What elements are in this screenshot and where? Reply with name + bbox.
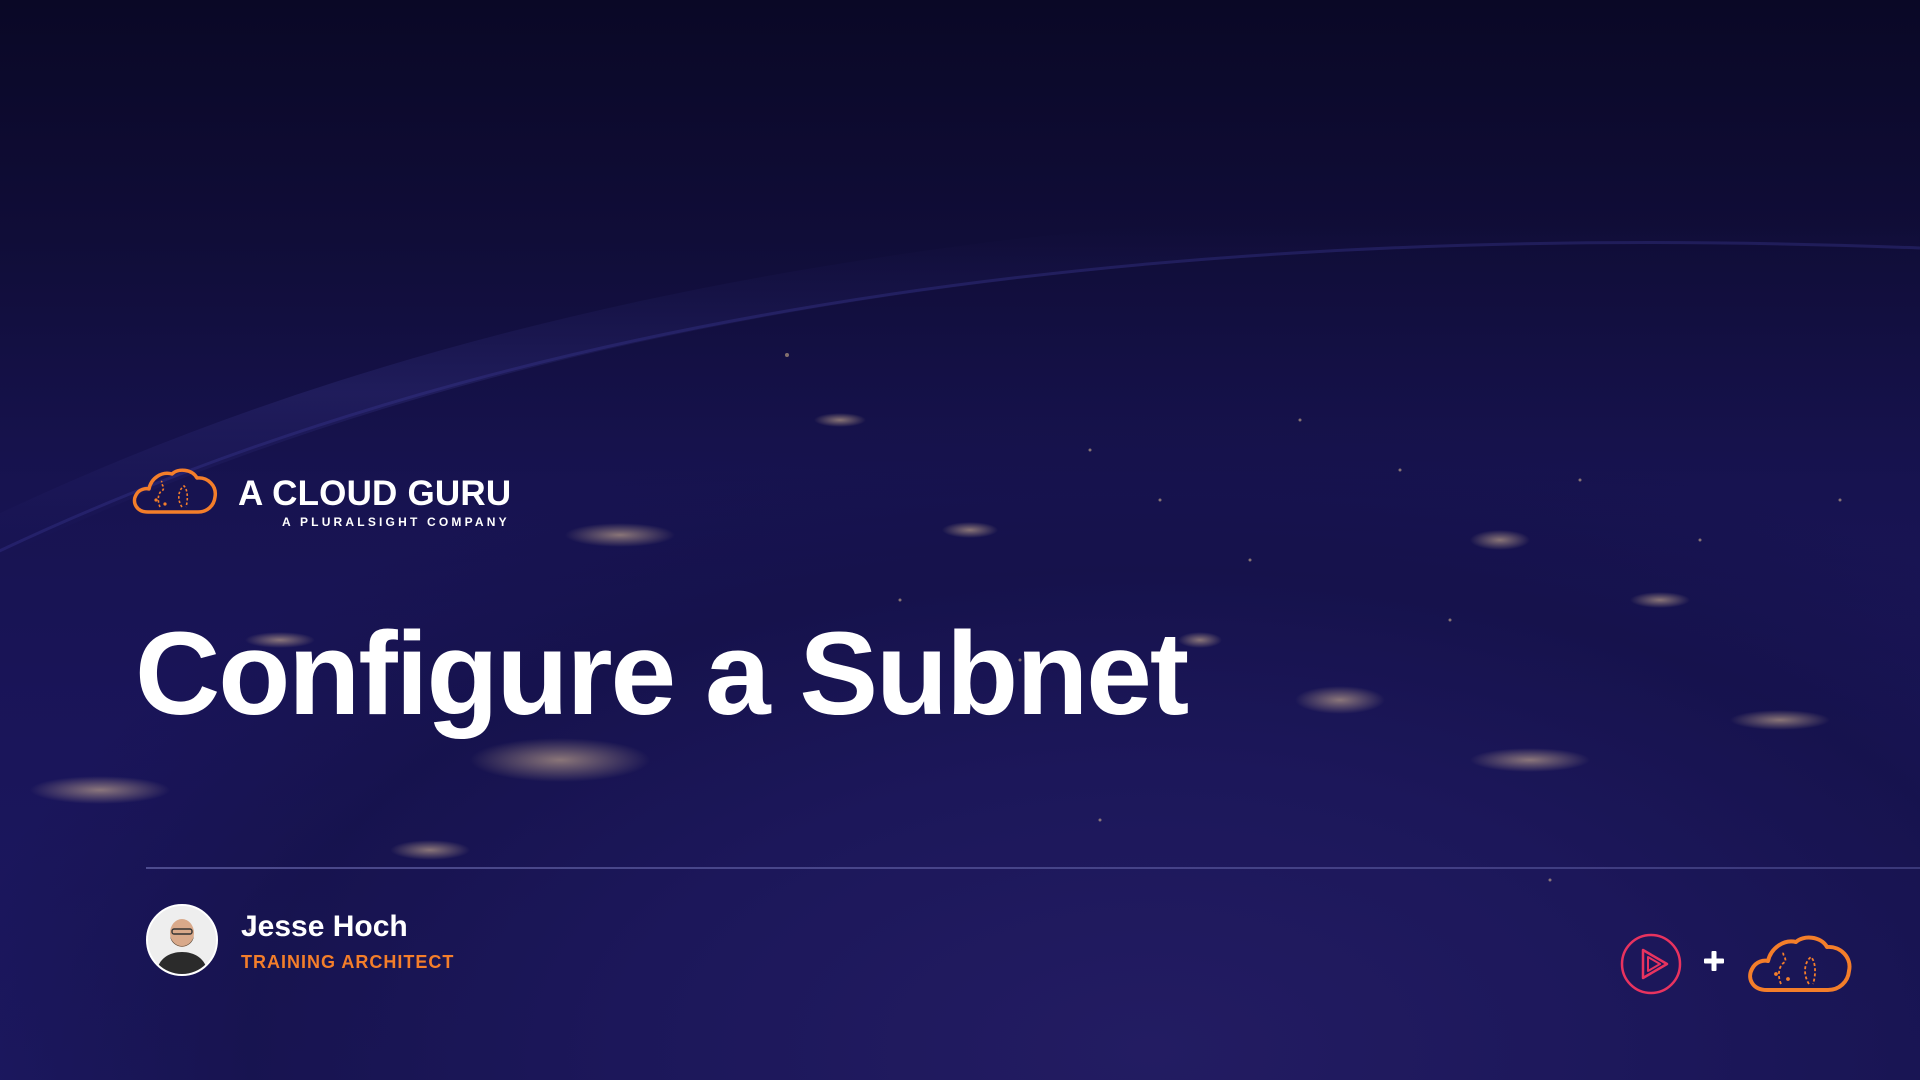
plus-icon — [1704, 951, 1724, 971]
slide-title: Configure a Subnet — [135, 608, 1189, 740]
divider — [146, 867, 1920, 869]
pluralsight-play-icon — [1620, 933, 1682, 995]
presenter-card: Jesse Hoch TRAINING ARCHITECT — [146, 904, 706, 978]
cloud-icon — [132, 468, 217, 514]
brand-tagline: A PLURALSIGHT COMPANY — [282, 515, 510, 529]
brand-name: A CLOUD GURU — [238, 474, 512, 513]
a-cloud-guru-cloud-icon — [1748, 935, 1852, 992]
presenter-name: Jesse Hoch — [241, 910, 408, 943]
presenter-role: TRAINING ARCHITECT — [241, 952, 455, 972]
partner-logos — [1615, 928, 1855, 998]
person-icon — [148, 906, 216, 974]
avatar — [146, 904, 218, 976]
brand-logo: A CLOUD GURU A PLURALSIGHT COMPANY — [130, 462, 530, 532]
title-slide: A CLOUD GURU A PLURALSIGHT COMPANY Confi… — [0, 0, 1920, 1080]
